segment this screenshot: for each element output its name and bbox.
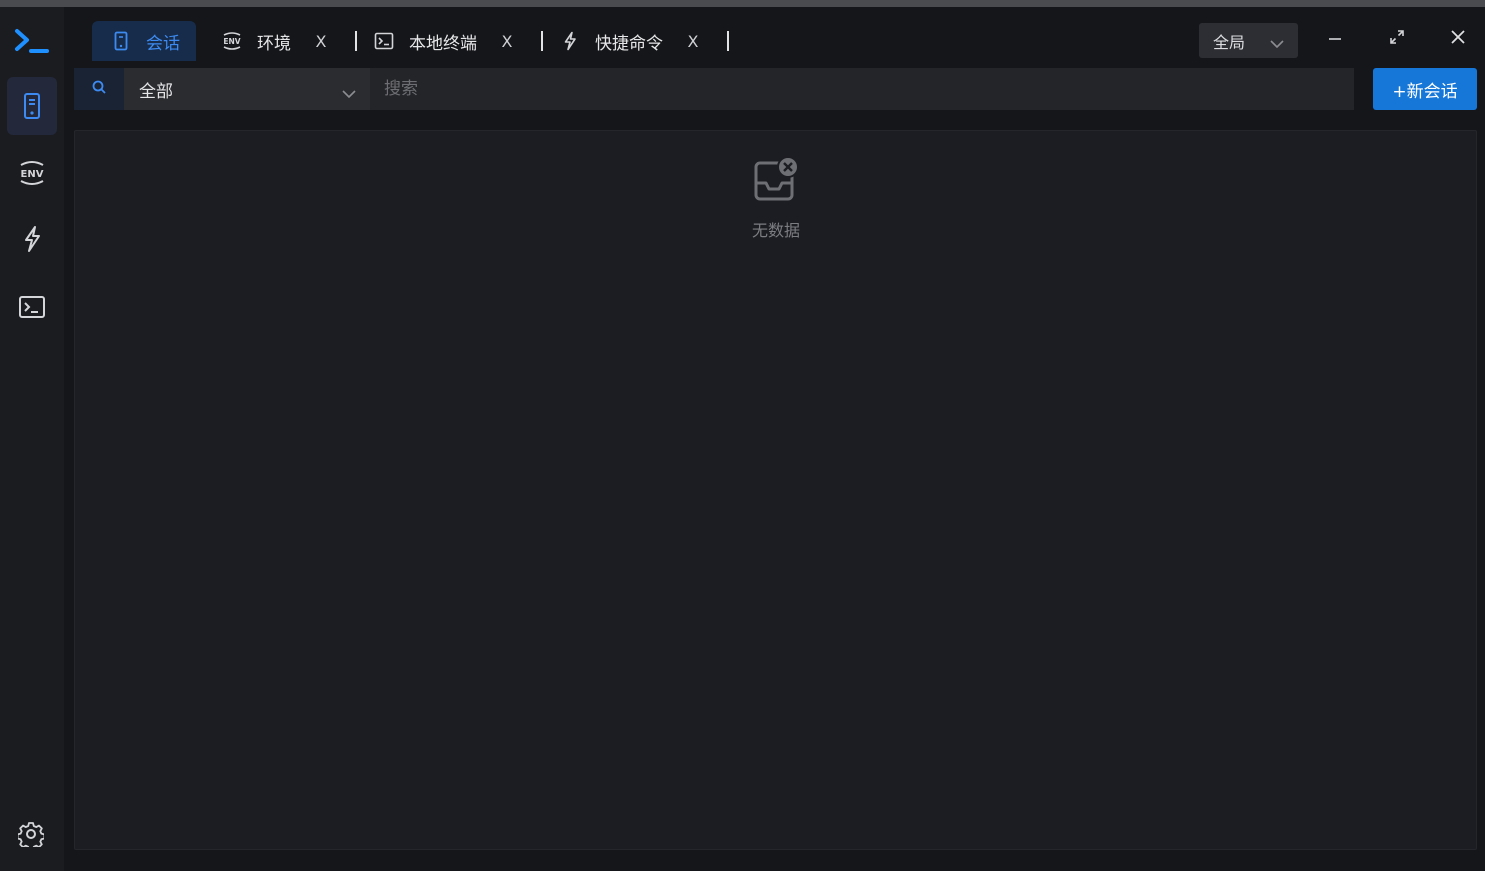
lightning-icon: [21, 225, 43, 253]
group-filter-value: 全部: [139, 81, 173, 102]
tab-close-button[interactable]: X: [499, 32, 515, 51]
scope-select-value: 全局: [1213, 32, 1246, 52]
sidebar-item-local-terminal[interactable]: [7, 278, 57, 336]
lightning-icon: [559, 30, 581, 52]
window-top-border: [0, 0, 1485, 7]
search-button[interactable]: [74, 68, 124, 110]
sidebar-item-env[interactable]: ENV: [7, 144, 57, 202]
tab-quick-commands[interactable]: 快捷命令 X: [559, 21, 701, 61]
phone-icon: [110, 30, 132, 52]
close-window-button[interactable]: [1438, 21, 1478, 57]
tab-label: 环境: [257, 33, 291, 54]
app-logo-icon: [14, 27, 50, 57]
tab-sessions[interactable]: 会话: [92, 21, 196, 61]
phone-icon: [23, 92, 41, 120]
empty-inbox-icon: [725, 155, 827, 211]
new-session-button[interactable]: +新会话: [1373, 68, 1477, 110]
search-bar: 全部: [74, 68, 1354, 110]
tab-divider: [355, 31, 357, 51]
minimize-icon: [1328, 30, 1342, 49]
tab-bar: 会话 ENV 环境 X 本地终端 X 快捷命令 X 全局: [64, 7, 1485, 67]
search-icon: [91, 79, 107, 99]
gear-icon: [16, 821, 46, 851]
env-icon: ENV: [17, 159, 47, 187]
tab-label: 快捷命令: [595, 33, 663, 54]
empty-state-text: 无数据: [751, 221, 800, 240]
search-input[interactable]: [370, 68, 1354, 110]
sidebar-rail: ENV: [0, 7, 64, 871]
close-icon: [1450, 29, 1466, 49]
scope-select[interactable]: 全局: [1199, 23, 1298, 58]
settings-button[interactable]: [14, 819, 48, 853]
empty-state: 无数据: [725, 155, 827, 241]
chevron-down-icon: [342, 84, 356, 103]
tab-label: 会话: [146, 33, 180, 54]
app-window: ENV 会话 ENV 环境 X 本地终端 X 快捷命令 X 全局 全部 搜索 +…: [0, 7, 1485, 871]
terminal-icon: [373, 30, 395, 52]
restore-button[interactable]: [1377, 21, 1417, 57]
tab-label: 本地终端: [409, 33, 477, 54]
terminal-icon: [18, 295, 46, 319]
tab-divider: [727, 31, 729, 51]
sidebar-item-quick-commands[interactable]: [7, 210, 57, 268]
svg-text:ENV: ENV: [223, 37, 240, 46]
minimize-button[interactable]: [1315, 21, 1355, 57]
chevron-down-icon: [1270, 34, 1284, 53]
session-list-panel: 无数据: [74, 130, 1477, 850]
sidebar-item-sessions[interactable]: [7, 77, 57, 135]
restore-icon: [1389, 29, 1405, 49]
svg-text:ENV: ENV: [21, 169, 44, 180]
group-filter-select[interactable]: 全部: [124, 68, 370, 110]
tab-divider: [541, 31, 543, 51]
tab-env[interactable]: ENV 环境 X: [221, 21, 329, 61]
tab-close-button[interactable]: X: [313, 32, 329, 51]
tab-local-terminal[interactable]: 本地终端 X: [373, 21, 515, 61]
env-icon: ENV: [221, 30, 243, 52]
tab-close-button[interactable]: X: [685, 32, 701, 51]
